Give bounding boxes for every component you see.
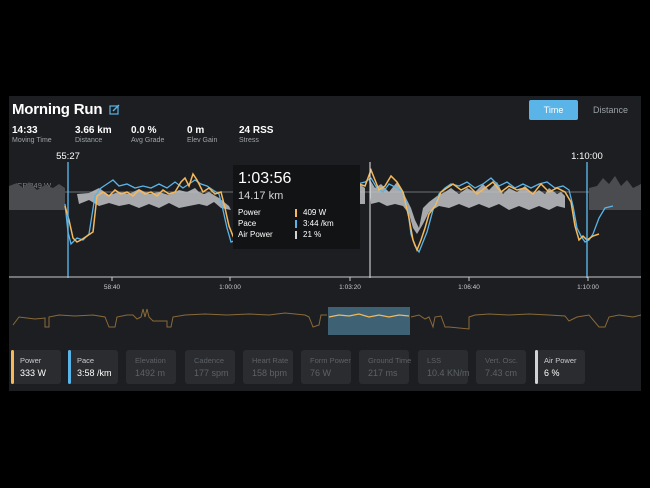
stat-distance: 3.66 km Distance [75,125,112,144]
activity-panel: Morning Run Time Distance 14:33 Moving T… [9,96,641,391]
air-power-area [77,188,231,210]
x-tick-label: 1:00:00 [219,284,241,291]
x-tick-label: 1:10:00 [577,284,599,291]
stat-value: 0 m [187,125,205,136]
range-end-label: 1:10:00 [571,151,603,162]
metric-card-air-power[interactable]: Air Power 6 % [535,350,585,384]
stat-value: 0.0 % [131,125,157,136]
metric-label: Air Power [544,356,577,365]
metric-label: LSS [427,356,442,365]
metric-label: Vert. Osc. [485,356,518,365]
stat-label: Avg Grade [131,137,165,144]
minimap-selection[interactable] [328,307,410,335]
metric-card-ground-time[interactable]: Ground Time 217 ms [359,350,412,384]
x-tick-label: 58:40 [104,284,121,291]
tooltip-label: Pace [238,219,257,228]
metric-card-pace[interactable]: Pace 3:58 /km [68,350,118,384]
metric-value: 6 % [544,368,560,378]
stat-label: Elev Gain [187,137,218,144]
metric-accent [68,350,71,384]
metric-value: 7.43 cm [485,368,518,378]
metric-card-elevation[interactable]: Elevation 1492 m [126,350,176,384]
stat-value: 14:33 [12,125,38,136]
stat-label: Distance [75,137,103,144]
distance-toggle-button[interactable]: Distance [593,100,637,120]
metric-value: 333 W [20,368,47,378]
range-start-label: 55:27 [56,151,80,162]
excluded-region-right [589,176,641,210]
minimap-power-trace [12,308,327,328]
x-tick-label: 1:06:40 [458,284,480,291]
pace-color-swatch [295,220,297,228]
tooltip-label: Air Power [238,230,273,239]
metric-label: Power [20,356,42,365]
stat-elev-gain: 0 m Elev Gain [187,125,217,144]
tooltip-label: Power [238,208,261,217]
metric-card-cadence[interactable]: Cadence 177 spm [185,350,235,384]
metric-value: 76 W [310,368,332,378]
tooltip-distance: 14.17 km [238,190,284,202]
metric-label: Pace [77,356,95,365]
tooltip-value: 3:44 /km [303,219,334,228]
metric-label: Ground Time [368,356,412,365]
hover-tooltip: 1:03:56 14.17 km Power 409 W Pace 3:44 /… [233,165,360,249]
metric-value: 1492 m [135,368,166,378]
power-color-swatch [295,209,297,217]
metric-label: Heart Rate [252,356,289,365]
metric-label: Elevation [135,356,166,365]
metric-card-vert-osc[interactable]: Vert. Osc. 7.43 cm [476,350,526,384]
stat-stress: 24 RSS Stress [239,125,273,144]
stat-label: Moving Time [12,137,52,144]
activity-title: Morning Run [12,101,103,118]
edit-icon[interactable] [109,104,120,115]
metric-card-form-power[interactable]: Form Power 76 W [301,350,351,384]
stat-value: 3.66 km [75,125,112,136]
metric-accent [535,350,538,384]
tooltip-value: 21 % [303,230,322,239]
metric-value: 3:58 /km [77,368,112,378]
metric-card-power[interactable]: Power 333 W [11,350,61,384]
metric-card-lss[interactable]: LSS 10.4 KN/m [418,350,470,384]
minimap-power-trace [410,313,641,330]
stat-label: Stress [239,137,259,144]
tooltip-value: 409 W [303,208,327,217]
metric-label: Cadence [194,356,225,365]
stat-value: 24 RSS [239,125,274,136]
air-power-color-swatch [295,231,297,239]
metric-value: 10.4 KN/m [427,368,470,378]
metric-value: 158 bpm [252,368,288,378]
tooltip-time: 1:03:56 [238,170,292,187]
time-toggle-button[interactable]: Time [529,100,578,120]
metric-value: 177 spm [194,368,229,378]
metric-label: Form Power [310,356,351,365]
x-tick-label: 1:03:20 [339,284,361,291]
stat-avg-grade: 0.0 % Avg Grade [131,125,164,144]
metric-accent [11,350,14,384]
stat-moving-time: 14:33 Moving Time [12,125,52,144]
metric-value: 217 ms [368,368,398,378]
metric-card-heart-rate[interactable]: Heart Rate 158 bpm [243,350,293,384]
overview-minimap[interactable] [9,303,641,339]
